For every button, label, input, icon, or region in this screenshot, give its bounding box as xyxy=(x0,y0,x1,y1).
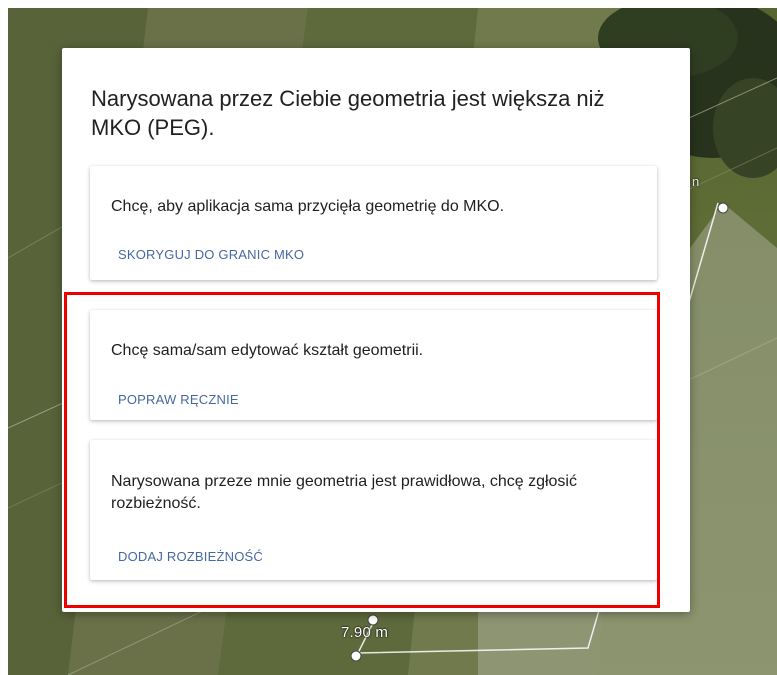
option-description: Chcę sama/sam edytować kształt geometrii… xyxy=(111,342,424,359)
option-card-auto-trim: Chcę, aby aplikacja sama przycięła geome… xyxy=(90,166,657,280)
correct-to-mko-button[interactable]: SKORYGUJ DO GRANIC MKO xyxy=(118,247,304,262)
measurement-label: 7.90 m xyxy=(341,624,389,641)
fix-manually-button[interactable]: POPRAW RĘCZNIE xyxy=(118,392,239,407)
option-description: Narysowana przeze mnie geometria jest pr… xyxy=(111,473,577,512)
add-discrepancy-button[interactable]: DODAJ ROZBIEŻNOŚĆ xyxy=(118,549,263,564)
option-card-report-discrepancy: Narysowana przeze mnie geometria jest pr… xyxy=(90,440,657,580)
option-description: Chcę, aby aplikacja sama przycięła geome… xyxy=(111,198,505,215)
geometry-conflict-dialog: Narysowana przez Ciebie geometria jest w… xyxy=(62,48,690,612)
map-edge-label: n xyxy=(692,174,700,189)
option-card-manual-edit: Chcę sama/sam edytować kształt geometrii… xyxy=(90,310,657,420)
screen: n 7.90 m Narysowana przez Ciebie geometr… xyxy=(0,0,777,675)
dialog-title: Narysowana przez Ciebie geometria jest w… xyxy=(91,86,605,140)
